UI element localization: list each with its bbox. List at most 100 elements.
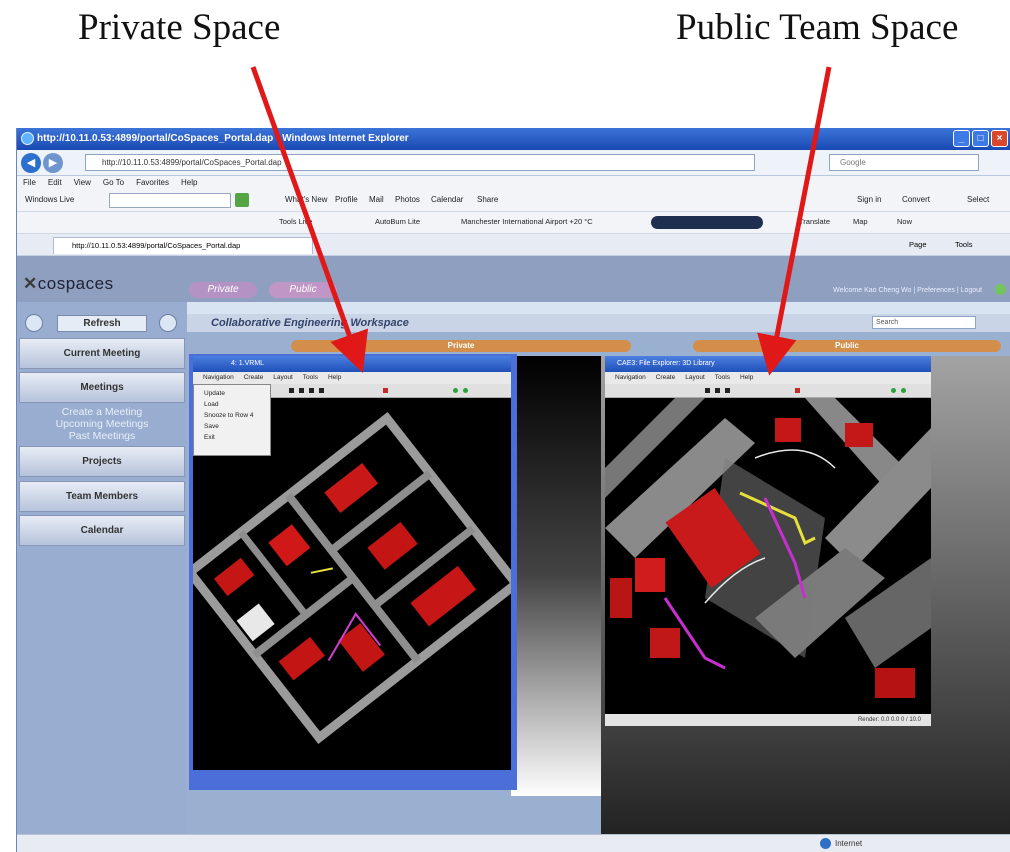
ctx-snooze[interactable]: Snooze to Row 4: [204, 410, 270, 421]
close-icon[interactable]: ×: [991, 130, 1008, 147]
menu-file[interactable]: File: [23, 176, 36, 190]
browser-tab[interactable]: http://10.11.0.53:4899/portal/CoSpaces_P…: [53, 237, 313, 254]
tool-icon[interactable]: [705, 388, 710, 393]
browser-window: http://10.11.0.53:4899/portal/CoSpaces_P…: [16, 128, 1010, 852]
tab-public[interactable]: Public: [269, 282, 337, 298]
minimize-icon[interactable]: _: [953, 130, 970, 147]
private-3d-viewer[interactable]: 4: 1.VRML Navigation Create Layout Tools…: [193, 356, 511, 770]
link-calendar[interactable]: Calendar: [431, 195, 463, 204]
public-menu-help[interactable]: Help: [740, 372, 753, 384]
ctx-save[interactable]: Save: [204, 421, 270, 432]
tool-icon[interactable]: [795, 388, 800, 393]
tool-icon[interactable]: [289, 388, 294, 393]
link-past-meetings[interactable]: Past Meetings: [19, 430, 185, 442]
ctx-update[interactable]: Update: [204, 388, 270, 399]
sidebar-meetings[interactable]: Meetings: [19, 372, 185, 403]
public-3d-render: [605, 398, 931, 698]
private-context-menu: Update Load Snooze to Row 4 Save Exit: [193, 384, 271, 456]
tool-icon[interactable]: [319, 388, 324, 393]
tool-icon[interactable]: [891, 388, 896, 393]
fav-map[interactable]: Map: [853, 217, 868, 226]
tool-icon[interactable]: [383, 388, 388, 393]
tab-page-menu[interactable]: Page: [909, 240, 927, 249]
fav-tools-live[interactable]: Tools Live: [279, 217, 312, 226]
menu-go-to[interactable]: Go To: [103, 176, 124, 190]
ctx-load[interactable]: Load: [204, 399, 270, 410]
link-create-meeting[interactable]: Create a Meeting: [19, 406, 185, 418]
sidebar-projects[interactable]: Projects: [19, 446, 185, 477]
tool-icon[interactable]: [309, 388, 314, 393]
sidebar-calendar[interactable]: Calendar: [19, 515, 185, 546]
fav-weather[interactable]: Manchester International Airport +20 °C: [461, 217, 593, 226]
browser-search-input[interactable]: Google: [829, 154, 979, 171]
search-go-icon[interactable]: [235, 193, 249, 207]
portal-header: ✕cospaces Private Public Welcome Kao Che…: [17, 256, 1010, 302]
fav-translate[interactable]: Translate: [799, 217, 830, 226]
ctx-exit[interactable]: Exit: [204, 432, 270, 443]
tool-icon[interactable]: [901, 388, 906, 393]
public-menu-create[interactable]: Create: [656, 372, 676, 384]
public-app-toolbar: [605, 384, 931, 398]
forward-arrow-icon[interactable]: [159, 314, 177, 332]
user-links[interactable]: Welcome Kao Cheng Wo | Preferences | Log…: [833, 287, 982, 294]
workspace-content: Private Public 4: 1.VRML Navigation Crea…: [187, 332, 1010, 848]
workspace-search-input[interactable]: Search: [872, 316, 976, 329]
portal-sidebar: Refresh Current Meeting Meetings Create …: [17, 302, 187, 852]
link-whats-new[interactable]: What's New: [285, 195, 327, 204]
private-menu-help[interactable]: Help: [328, 372, 341, 384]
private-menu-navigation[interactable]: Navigation: [203, 372, 234, 384]
sidebar-team-members[interactable]: Team Members: [19, 481, 185, 512]
public-menu-navigation[interactable]: Navigation: [615, 372, 646, 384]
private-app-menu-bar: Navigation Create Layout Tools Help: [193, 372, 511, 384]
public-app-menu-bar: Navigation Create Layout Tools Help: [605, 372, 931, 384]
public-menu-layout[interactable]: Layout: [685, 372, 705, 384]
maximize-icon[interactable]: □: [972, 130, 989, 147]
private-menu-tools[interactable]: Tools: [303, 372, 318, 384]
tool-icon[interactable]: [725, 388, 730, 393]
ie-logo-icon: [21, 132, 34, 145]
caption-private-space: Private Space: [78, 7, 281, 48]
private-menu-layout[interactable]: Layout: [273, 372, 293, 384]
browser-menu-bar: File Edit View Go To Favorites Help: [17, 176, 1010, 190]
windows-live-search-input[interactable]: [109, 193, 231, 208]
url-input[interactable]: http://10.11.0.53:4899/portal/CoSpaces_P…: [85, 154, 755, 171]
tool-icon[interactable]: [715, 388, 720, 393]
workspace-title: Collaborative Engineering Workspace: [211, 317, 409, 329]
back-arrow-icon[interactable]: [25, 314, 43, 332]
menu-help[interactable]: Help: [181, 176, 197, 190]
menu-view[interactable]: View: [74, 176, 91, 190]
private-menu-create[interactable]: Create: [244, 372, 264, 384]
public-3d-viewer[interactable]: CAE3: File Explorer: 3D Library Navigati…: [605, 356, 931, 726]
sidebar-current-meeting[interactable]: Current Meeting: [19, 338, 185, 369]
link-sign-in[interactable]: Sign in: [857, 195, 881, 204]
link-photos[interactable]: Photos: [395, 195, 420, 204]
security-zone: Internet: [820, 838, 862, 850]
tab-tools-menu[interactable]: Tools: [955, 240, 973, 249]
back-icon[interactable]: ◀: [21, 153, 41, 173]
refresh-button[interactable]: Refresh: [57, 315, 147, 332]
forward-icon[interactable]: ▶: [43, 153, 63, 173]
link-profile[interactable]: Profile: [335, 195, 358, 204]
globe-icon: [820, 838, 831, 850]
cospaces-logo: ✕cospaces: [23, 274, 114, 294]
menu-favorites[interactable]: Favorites: [136, 176, 169, 190]
public-app-status: Render: 0.0 0.0 0 / 10.0: [605, 714, 931, 726]
browser-title: http://10.11.0.53:4899/portal/CoSpaces_P…: [37, 133, 409, 144]
public-menu-tools[interactable]: Tools: [715, 372, 730, 384]
menu-edit[interactable]: Edit: [48, 176, 62, 190]
tool-icon[interactable]: [463, 388, 468, 393]
meetings-sub-links: Create a Meeting Upcoming Meetings Past …: [19, 406, 185, 442]
windows-live-label[interactable]: Windows Live: [25, 195, 74, 204]
link-mail[interactable]: Mail: [369, 195, 384, 204]
fav-autobum-lite[interactable]: AutoBum Lite: [375, 217, 420, 226]
tool-icon[interactable]: [299, 388, 304, 393]
fav-now[interactable]: Now: [897, 217, 912, 226]
link-share[interactable]: Share: [477, 195, 498, 204]
link-select[interactable]: Select: [967, 195, 989, 204]
link-upcoming-meetings[interactable]: Upcoming Meetings: [19, 418, 185, 430]
toolbar-pill[interactable]: [651, 216, 763, 229]
link-convert[interactable]: Convert: [902, 195, 930, 204]
tab-private[interactable]: Private: [189, 282, 257, 298]
tool-icon[interactable]: [453, 388, 458, 393]
browser-title-bar: http://10.11.0.53:4899/portal/CoSpaces_P…: [17, 128, 1010, 150]
